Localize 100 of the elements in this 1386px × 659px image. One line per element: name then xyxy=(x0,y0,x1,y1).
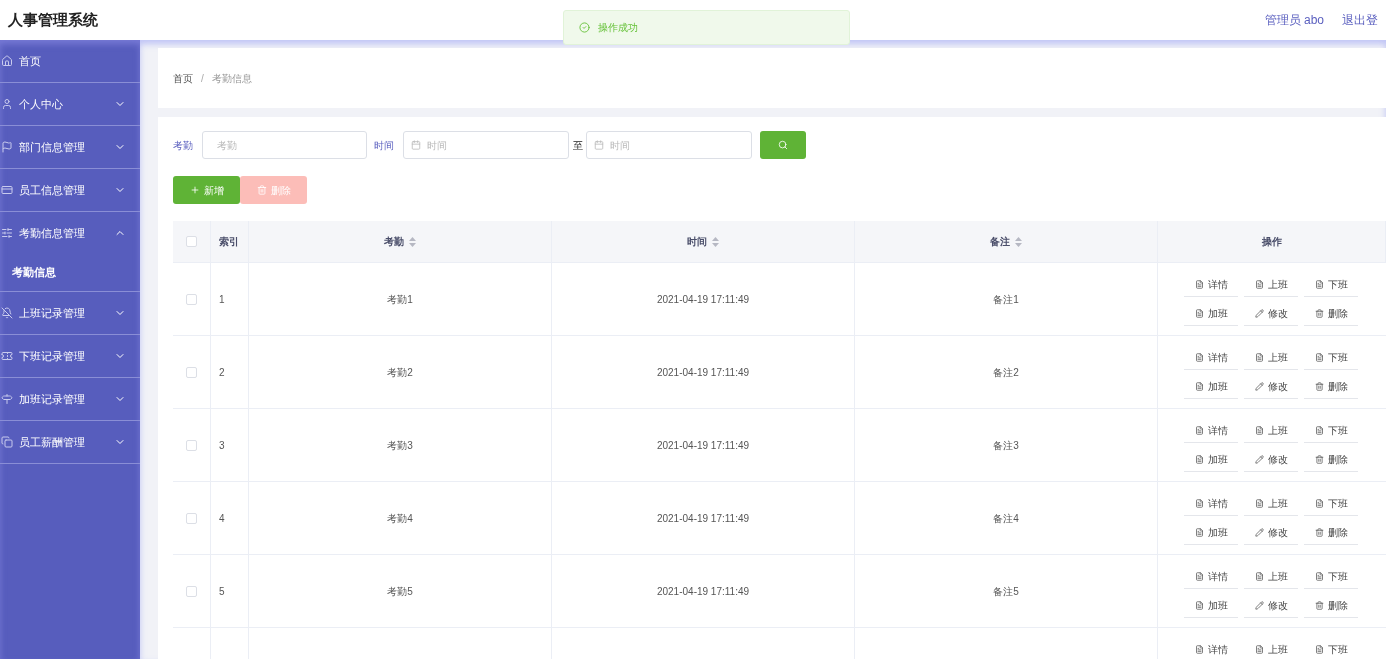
document-icon xyxy=(1194,381,1204,391)
column-header[interactable]: 备注 xyxy=(990,234,1022,249)
checkbox[interactable] xyxy=(186,236,197,247)
date-field[interactable]: 时间 xyxy=(586,131,752,159)
sort-icon xyxy=(409,236,416,247)
breadcrumb-item[interactable]: 首页 xyxy=(173,70,193,86)
calendar-icon xyxy=(594,140,604,150)
table-cell-text: 备注3 xyxy=(993,438,1019,453)
calendar-icon xyxy=(411,140,421,150)
checkbox[interactable] xyxy=(186,293,197,305)
document-icon xyxy=(1254,425,1264,435)
card-icon xyxy=(1,184,13,196)
document-icon xyxy=(1314,279,1324,289)
pencil-icon xyxy=(1254,308,1264,318)
search-icon xyxy=(778,140,788,150)
table-cell-text: 备注1 xyxy=(993,292,1019,307)
document-icon xyxy=(1194,308,1204,318)
menu-item[interactable]: 员工薪酬管理 xyxy=(0,421,140,463)
column-header: 索引 xyxy=(219,235,239,249)
trash-icon xyxy=(1314,600,1324,610)
table-cell-text: 考勤5 xyxy=(387,584,413,599)
table-cell-text: 3 xyxy=(219,438,225,453)
trash-icon xyxy=(256,185,267,195)
document-icon xyxy=(1314,498,1324,508)
trash-icon xyxy=(1314,454,1324,464)
breadcrumb-item: 考勤信息 xyxy=(211,71,252,86)
submenu-item[interactable]: 考勤信息 xyxy=(0,254,140,291)
table-cell-text: 考勤3 xyxy=(387,438,413,453)
menu-item[interactable]: 部门信息管理 xyxy=(0,126,140,168)
copy-icon xyxy=(1,436,13,448)
user-name: 管理员 abo xyxy=(1264,12,1324,29)
table-cell-text: 备注5 xyxy=(993,584,1019,599)
sort-icon xyxy=(1015,236,1022,247)
home-icon xyxy=(1,55,13,67)
trash-icon xyxy=(1314,527,1324,537)
pencil-icon xyxy=(1254,527,1264,537)
plus-icon xyxy=(189,185,200,195)
document-icon xyxy=(1194,425,1204,435)
pencil-icon xyxy=(1254,381,1264,391)
document-icon xyxy=(1254,498,1264,508)
column-header[interactable]: 时间 xyxy=(687,234,719,249)
menu-item[interactable]: 考勤信息管理 xyxy=(0,212,140,254)
menu-item[interactable]: 首页 xyxy=(0,40,140,82)
table-cell-text: 2021-04-19 17:11:49 xyxy=(656,365,750,380)
column-header[interactable]: 考勤 xyxy=(384,234,416,249)
document-icon xyxy=(1194,279,1204,289)
table-cell-text: 5 xyxy=(219,584,225,599)
document-icon xyxy=(1314,352,1324,362)
signpost-icon xyxy=(1,393,13,405)
table-cell-text: 2021-04-19 17:11:49 xyxy=(656,292,750,307)
document-icon xyxy=(1314,571,1324,581)
document-icon xyxy=(1194,600,1204,610)
checkbox[interactable] xyxy=(186,439,197,451)
checkbox[interactable] xyxy=(186,366,197,378)
document-icon xyxy=(1194,644,1204,654)
field-label: 时间 xyxy=(374,138,394,153)
field-label: 至 xyxy=(573,138,583,153)
menu-item[interactable]: 下班记录管理 xyxy=(0,335,140,377)
menu-item[interactable]: 上班记录管理 xyxy=(0,292,140,334)
table-cell-text: 备注4 xyxy=(993,511,1019,526)
logout-link[interactable]: 退出登 xyxy=(1342,11,1378,29)
document-icon xyxy=(1194,571,1204,581)
sliders-icon xyxy=(1,227,13,239)
table-cell-text: 考勤2 xyxy=(387,365,413,380)
pencil-icon xyxy=(1254,600,1264,610)
document-icon xyxy=(1254,352,1264,362)
breadcrumb-separator: / xyxy=(201,71,204,86)
menu-item[interactable]: 加班记录管理 xyxy=(0,378,140,420)
search-button[interactable] xyxy=(760,131,806,159)
document-icon xyxy=(1194,454,1204,464)
table-cell-text: 4 xyxy=(219,511,225,526)
check-circle-icon xyxy=(579,22,590,33)
document-icon xyxy=(1314,644,1324,654)
input-field[interactable]: 考勤 xyxy=(202,131,367,159)
trash-icon xyxy=(1314,381,1324,391)
sort-icon xyxy=(712,236,719,247)
table-cell-text: 2 xyxy=(219,365,225,380)
table-cell-text: 1 xyxy=(219,292,225,307)
field-label: 考勤 xyxy=(173,138,193,153)
flag-icon xyxy=(1,141,13,153)
bell-off-icon xyxy=(1,307,13,319)
toast-message: 操作成功 xyxy=(598,21,638,35)
checkbox[interactable] xyxy=(186,585,197,597)
table-cell-text: 考勤1 xyxy=(387,292,413,307)
document-icon xyxy=(1194,352,1204,362)
user-icon xyxy=(1,98,13,110)
app-title: 人事管理系统 xyxy=(8,11,98,28)
menu-item[interactable]: 个人中心 xyxy=(0,83,140,125)
document-icon xyxy=(1254,571,1264,581)
document-icon xyxy=(1254,279,1264,289)
document-icon xyxy=(1194,527,1204,537)
table-cell-text: 备注2 xyxy=(993,365,1019,380)
document-icon xyxy=(1254,644,1264,654)
table-cell-text: 考勤4 xyxy=(387,511,413,526)
document-icon xyxy=(1194,498,1204,508)
column-header: 操作 xyxy=(1261,235,1282,249)
checkbox[interactable] xyxy=(186,512,197,524)
date-field[interactable]: 时间 xyxy=(403,131,569,159)
menu-item[interactable]: 员工信息管理 xyxy=(0,169,140,211)
trash-icon xyxy=(1314,308,1324,318)
